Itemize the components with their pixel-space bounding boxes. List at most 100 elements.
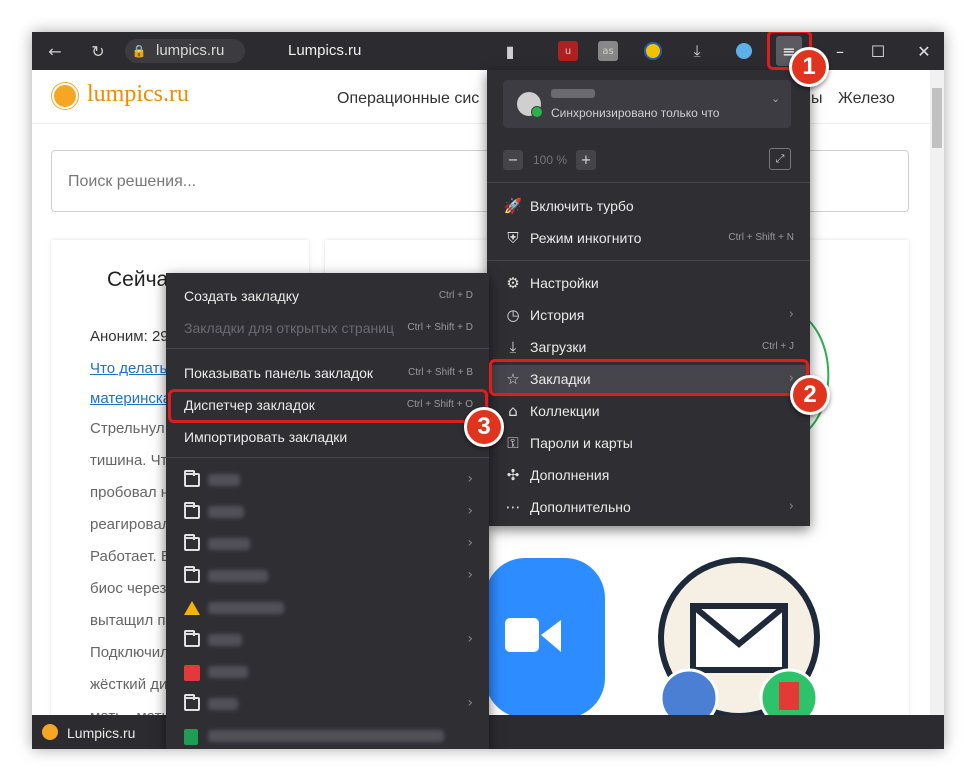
bookmark-item[interactable] <box>166 593 489 625</box>
bookmark-folder[interactable]: › <box>166 529 489 561</box>
site-favicon-icon <box>42 724 58 740</box>
clock-icon: ◷ <box>506 306 520 324</box>
bookmark-folder[interactable]: › <box>166 497 489 529</box>
profile-name-blurred <box>551 89 595 98</box>
menu-item-label: Режим инкогнито <box>530 230 642 246</box>
menu-item-shortcut: Ctrl + Shift + N <box>728 232 794 243</box>
menu-item-show-bookmarks-bar[interactable]: Показывать панель закладок Ctrl + Shift … <box>166 358 489 388</box>
bookmark-icon: ⌂ <box>508 402 518 420</box>
menu-item-shortcut: Ctrl + D <box>438 290 473 301</box>
menu-item-label: Загрузки <box>530 339 587 355</box>
more-icon: ⋯ <box>505 498 521 516</box>
menu-item-history[interactable]: ◷ История › <box>487 301 810 329</box>
gear-icon: ⚙ <box>506 274 520 292</box>
vpn-icon[interactable] <box>644 42 662 60</box>
site-logo[interactable]: lumpics.ru <box>87 81 189 108</box>
download-icon[interactable]: ⤓ <box>686 40 708 62</box>
folder-name-blurred <box>208 506 244 518</box>
url-text: lumpics.ru <box>156 42 225 59</box>
folder-icon <box>184 502 200 519</box>
back-icon[interactable]: ← <box>44 40 66 62</box>
menu-item-turbo[interactable]: 🚀 Включить турбо <box>487 192 810 220</box>
check-icon <box>531 106 543 118</box>
menu-item-passwords[interactable]: ⚿ Пароли и карты <box>487 429 810 457</box>
rocket-icon: 🚀 <box>503 197 523 215</box>
zoom-out-button[interactable]: − <box>503 150 523 170</box>
maximize-icon[interactable]: ☐ <box>867 40 889 62</box>
menu-item-shortcut: Ctrl + Shift + D <box>407 322 473 333</box>
menu-item-label: Дополнения <box>530 467 610 483</box>
chevron-down-icon: ⌄ <box>771 92 781 105</box>
browser-main-menu: Синхронизировано только что ⌄ − 100 % + … <box>487 70 810 526</box>
google-drive-icon <box>184 601 200 615</box>
logo-icon[interactable] <box>52 83 78 109</box>
nav-item-hardware[interactable]: Железо <box>838 90 895 108</box>
bookmark-item[interactable] <box>166 721 489 749</box>
bookmark-folder[interactable]: › <box>166 465 489 497</box>
folder-name-blurred <box>208 474 240 486</box>
chevron-right-icon: › <box>467 471 473 487</box>
bookmark-name-blurred <box>208 730 444 742</box>
fullscreen-icon[interactable]: ⤢ <box>769 148 791 170</box>
chevron-right-icon: › <box>467 535 473 551</box>
chevron-right-icon: › <box>788 499 794 514</box>
scroll-thumb[interactable] <box>932 88 942 148</box>
bookmark-icon[interactable]: ▮ <box>499 40 521 62</box>
menu-divider <box>166 348 489 349</box>
menu-item-label: Закладки для открытых страниц <box>184 320 395 336</box>
sheets-icon <box>184 729 198 745</box>
reload-icon[interactable]: ↻ <box>87 40 109 62</box>
menu-item-extensions[interactable]: ✣ Дополнения <box>487 461 810 489</box>
incognito-icon: ⛨ <box>507 229 519 247</box>
chevron-right-icon: › <box>788 307 794 322</box>
menu-item-import-bookmarks[interactable]: Импортировать закладки <box>166 422 489 452</box>
step-badge-3: 3 <box>464 407 504 447</box>
menu-item-downloads[interactable]: ⤓ Загрузки Ctrl + J <box>487 333 810 361</box>
zoom-level: 100 % <box>533 153 568 167</box>
weather-icon[interactable] <box>736 43 752 59</box>
menu-item-create-bookmark[interactable]: Создать закладку Ctrl + D <box>166 281 489 311</box>
close-icon[interactable]: ✕ <box>913 40 935 62</box>
menu-item-label: Показывать панель закладок <box>184 365 374 381</box>
nav-item-os[interactable]: Операционные сис <box>337 90 479 108</box>
nav-item-partial[interactable]: ы <box>811 90 823 108</box>
key-icon: ⚿ <box>507 434 519 452</box>
search-placeholder: Поиск решения... <box>68 173 197 190</box>
highlight-bookmark-manager <box>168 389 488 423</box>
folder-icon <box>184 630 200 647</box>
menu-item-shortcut: Ctrl + J <box>762 341 794 352</box>
bookmark-name-blurred <box>208 602 284 614</box>
menu-divider <box>487 260 810 261</box>
lastfm-icon[interactable]: as <box>598 41 618 61</box>
bookmark-name-blurred <box>208 666 248 678</box>
step-badge-1: 1 <box>789 47 829 87</box>
comment-text: пробовал ни <box>90 484 178 501</box>
bookmark-folder[interactable]: › <box>166 561 489 593</box>
download-icon: ⤓ <box>509 338 517 356</box>
menu-item-label: Коллекции <box>530 403 600 419</box>
page-scrollbar[interactable] <box>930 70 944 715</box>
folder-icon <box>184 534 200 551</box>
menu-item-label: История <box>530 307 585 323</box>
bookmark-folder[interactable]: › <box>166 689 489 721</box>
folder-name-blurred <box>208 570 268 582</box>
profile-block[interactable]: Синхронизировано только что ⌄ <box>503 80 791 128</box>
folder-name-blurred <box>208 698 238 710</box>
menu-item-settings[interactable]: ⚙ Настройки <box>487 269 810 297</box>
menu-item-label: Дополнительно <box>530 499 631 515</box>
minimize-icon[interactable]: – <box>829 40 851 62</box>
menu-item-collections[interactable]: ⌂ Коллекции <box>487 397 810 425</box>
bookmark-folder[interactable]: › <box>166 625 489 657</box>
bookmark-item[interactable] <box>166 657 489 689</box>
menu-item-more[interactable]: ⋯ Дополнительно › <box>487 493 810 521</box>
menu-item-bookmark-open-pages[interactable]: Закладки для открытых страниц Ctrl + Shi… <box>166 313 489 343</box>
chevron-right-icon: › <box>467 631 473 647</box>
menu-item-incognito[interactable]: ⛨ Режим инкогнито Ctrl + Shift + N <box>487 224 810 252</box>
menu-item-label: Создать закладку <box>184 288 299 304</box>
highlight-bookmarks-item <box>489 359 809 396</box>
puzzle-icon: ✣ <box>506 466 520 484</box>
menu-item-label: Пароли и карты <box>530 435 633 451</box>
ublock-icon[interactable]: u <box>558 41 578 61</box>
zoom-in-button[interactable]: + <box>576 150 596 170</box>
folder-icon <box>184 470 200 487</box>
